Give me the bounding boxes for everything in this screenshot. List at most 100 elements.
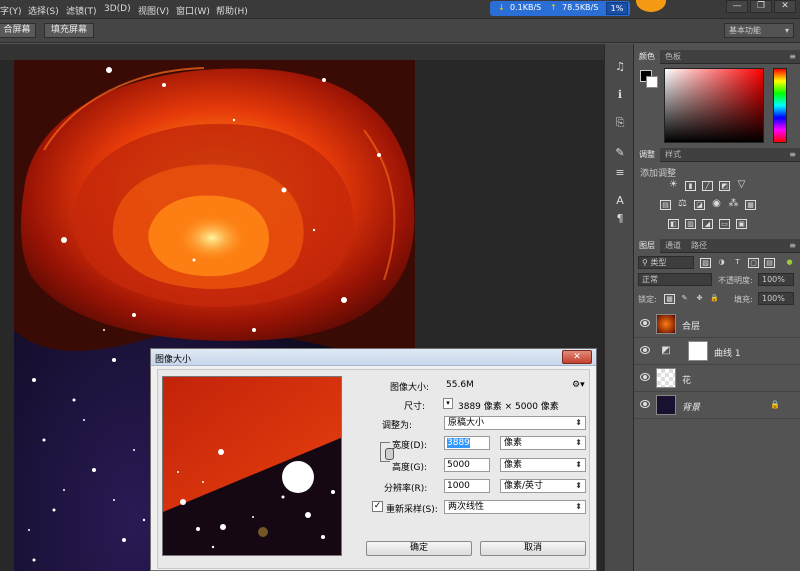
posterize-icon[interactable]: ▥ [685,219,696,229]
width-unit-select[interactable]: 像素 [500,436,586,450]
curves-icon[interactable]: ╱ [702,181,713,191]
dialog-close-button[interactable]: ✕ [562,350,592,364]
dialog-titlebar[interactable]: 图像大小 ✕ [151,349,596,366]
visibility-eye-icon[interactable] [640,373,650,381]
panel-menu-icon[interactable]: ≡ [789,148,796,162]
dialog-title: 图像大小 [155,355,192,365]
ok-button[interactable]: 确定 [366,541,472,556]
background-color-swatch[interactable] [646,76,658,88]
hue-slider[interactable] [773,68,787,143]
layer-row[interactable]: 花 [634,365,800,392]
gradient-map-icon[interactable]: ▭ [719,219,730,229]
workspace-select[interactable]: 基本功能 [724,23,794,38]
accelerator-ball-icon[interactable] [636,0,666,12]
gear-icon[interactable]: ⚙▾ [572,380,585,390]
tab-styles[interactable]: 样式 [660,148,686,162]
black-white-icon[interactable]: ◪ [694,200,705,210]
selective-color-icon[interactable]: ▣ [736,219,747,229]
menu-view[interactable]: 视图(V) [138,4,169,17]
color-balance-icon[interactable]: ⚖ [677,199,688,210]
brush-presets-icon[interactable]: ≡ [613,166,627,180]
height-unit-select[interactable]: 像素 [500,458,586,472]
width-input[interactable]: 3889 [444,436,490,450]
color-lookup-icon[interactable]: ▦ [745,200,756,210]
adjust-panel-tabs: 调整 样式 ≡ [634,148,800,162]
brightness-icon[interactable]: ☀ [668,180,679,191]
height-input[interactable]: 5000 [444,458,490,472]
layer-row[interactable]: ◩ 曲线 1 [634,338,800,365]
visibility-eye-icon[interactable] [640,319,650,327]
download-speed: 0.1KB/S [510,3,542,12]
channel-mixer-icon[interactable]: ⁂ [728,199,739,210]
menu-3d[interactable]: 3D(D) [104,4,131,14]
layer-filter-select[interactable]: ⚲ 类型 [638,256,694,269]
tab-swatches[interactable]: 色板 [660,50,686,64]
properties-icon[interactable]: ⎘ [613,116,627,130]
layer-name: 花 [682,376,692,386]
photo-filter-icon[interactable]: ◉ [711,199,722,210]
fill-input[interactable]: 100% [758,292,794,305]
filter-pixel-icon[interactable]: ▧ [700,258,711,268]
visibility-eye-icon[interactable] [640,346,650,354]
info-icon[interactable]: ℹ [613,88,627,102]
filter-shape-icon[interactable]: ▢ [748,258,759,268]
lock-position-icon[interactable]: ✥ [694,294,705,304]
menu-filter[interactable]: 滤镜(T) [66,4,97,17]
resample-method-select[interactable]: 两次线性 [444,500,586,514]
filter-type-icon[interactable]: T [732,258,743,268]
resolution-unit-select[interactable]: 像素/英寸 [500,479,586,493]
vibrance-icon[interactable]: ▽ [736,180,747,191]
image-preview[interactable] [162,376,342,556]
brush-icon[interactable]: ✎ [613,146,627,160]
menu-help[interactable]: 帮助(H) [216,4,248,17]
tab-channels[interactable]: 通道 [660,239,686,253]
menu-select[interactable]: 选择(S) [28,4,59,17]
layer-row[interactable]: 背景 🔒 [634,392,800,419]
opacity-input[interactable]: 100% [758,273,794,286]
hue-saturation-icon[interactable]: ▤ [660,200,671,210]
close-window-button[interactable]: ✕ [774,0,796,13]
layer-row[interactable]: 合层 [634,311,800,338]
panel-menu-icon[interactable]: ≡ [789,239,796,253]
paragraph-icon[interactable]: ¶ [613,212,627,226]
threshold-icon[interactable]: ◢ [702,219,713,229]
curves-adjustment-icon: ◩ [656,341,676,361]
document-tab-strip [0,44,604,60]
upload-arrow-icon: ↑ [550,3,557,12]
character-icon[interactable]: A [613,194,627,208]
cancel-button[interactable]: 取消 [480,541,586,556]
layer-filter-value: 类型 [650,258,667,267]
tab-adjustments[interactable]: 调整 [634,148,660,162]
menu-type[interactable]: 字(Y) [0,4,22,17]
filter-toggle-icon[interactable]: ● [784,258,795,268]
levels-icon[interactable]: ▮ [685,181,696,191]
tab-color[interactable]: 颜色 [634,50,660,64]
menu-window[interactable]: 窗口(W) [176,4,210,17]
blend-mode-select[interactable]: 正常 [638,273,712,286]
resolution-input[interactable]: 1000 [444,479,490,493]
color-field[interactable] [664,68,764,143]
menu-bar: 字(Y) 选择(S) 滤镜(T) 3D(D) 视图(V) 窗口(W) 帮助(H)… [0,0,800,19]
width-value: 3889 [447,438,470,448]
filter-adjust-icon[interactable]: ◑ [716,258,727,268]
image-size-label: 图像大小: [390,383,430,393]
filter-smart-icon[interactable]: ▤ [764,258,775,268]
lock-all-icon[interactable]: 🔒 [709,294,720,304]
exposure-icon[interactable]: ◩ [719,181,730,191]
upload-speed: 78.5KB/S [562,3,599,12]
tab-paths[interactable]: 路径 [686,239,712,253]
lock-pixels-icon[interactable]: ✎ [679,294,690,304]
resample-checkbox[interactable]: ✓ [372,501,383,512]
fit-screen-button[interactable]: 合屏幕 [0,23,36,38]
dimensions-unit-dropdown[interactable]: ▾ [443,398,453,409]
minimize-button[interactable]: — [726,0,748,13]
restore-button[interactable]: ❐ [750,0,772,13]
lock-transparent-icon[interactable]: ▦ [664,294,675,304]
fit-to-select[interactable]: 原稿大小 [444,416,586,430]
visibility-eye-icon[interactable] [640,400,650,408]
history-icon[interactable]: ♫ [613,60,627,74]
panel-menu-icon[interactable]: ≡ [789,50,796,64]
fill-screen-button[interactable]: 填充屏幕 [44,23,94,38]
tab-layers[interactable]: 图层 [634,239,660,253]
invert-icon[interactable]: ◧ [668,219,679,229]
